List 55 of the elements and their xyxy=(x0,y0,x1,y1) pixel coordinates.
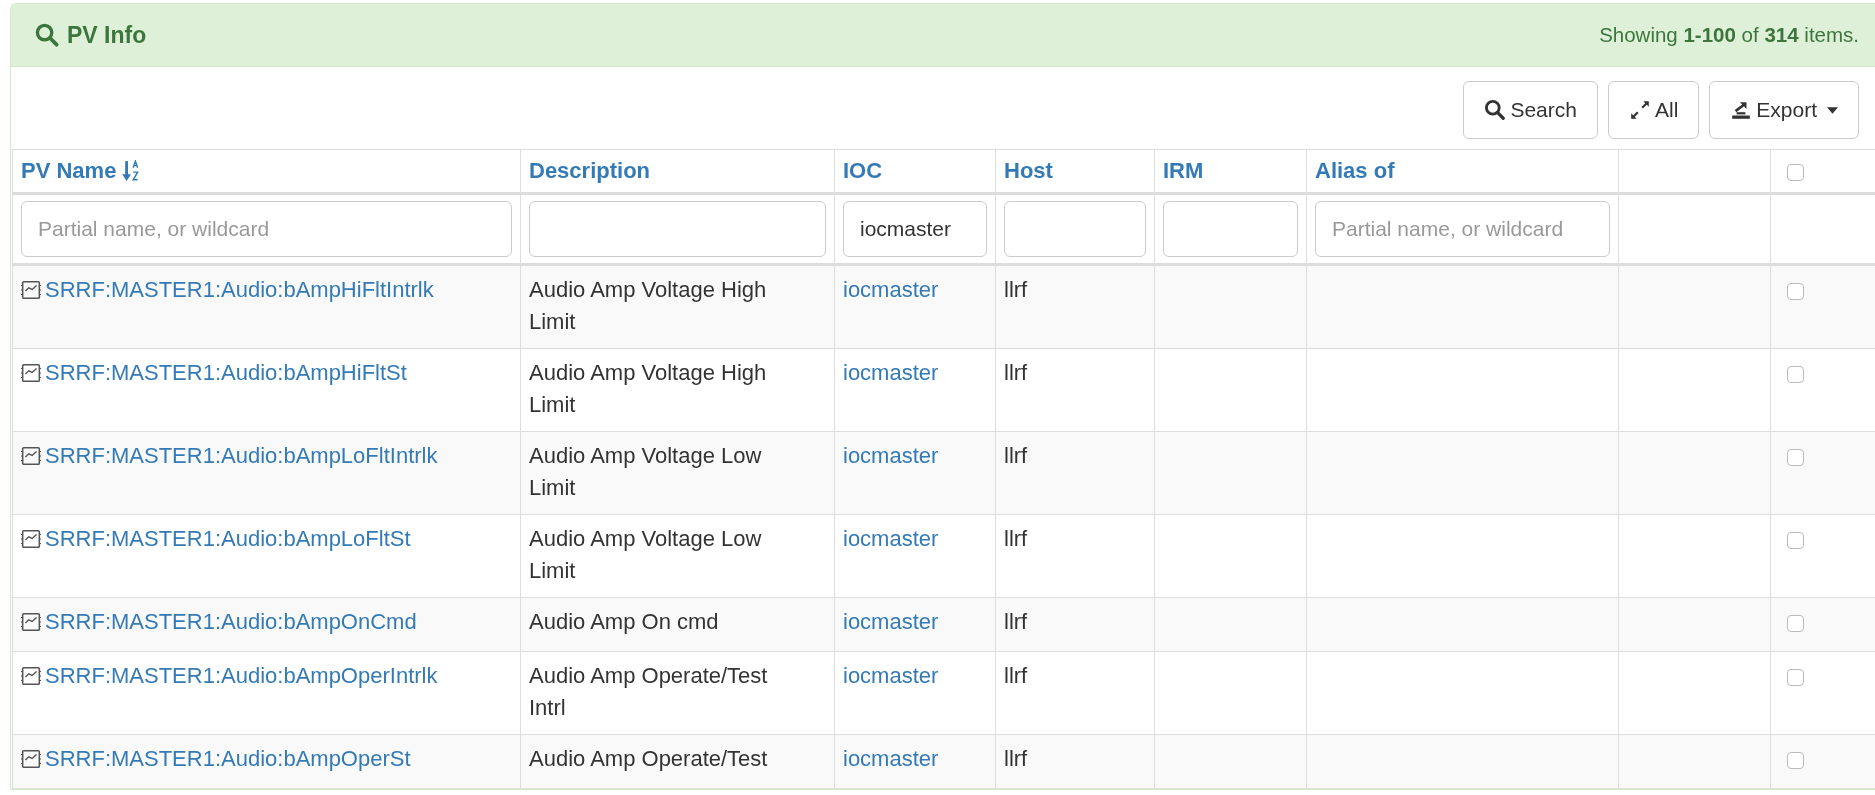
chart-icon[interactable] xyxy=(21,363,41,383)
ioc-link[interactable]: iocmaster xyxy=(843,360,939,385)
column-header[interactable]: IOC xyxy=(843,155,883,187)
row-checkbox[interactable] xyxy=(1787,282,1804,300)
row-checkbox[interactable] xyxy=(1787,448,1804,466)
filter-field[interactable]: iocmaster xyxy=(843,201,987,257)
export-icon xyxy=(1730,99,1753,121)
host-text: llrf xyxy=(1004,277,1028,302)
caret-icon xyxy=(1827,106,1838,114)
description-text: Audio Amp Voltage Low Limit xyxy=(529,442,763,502)
filter-field[interactable]: Partial name, or wildcard xyxy=(1315,201,1610,257)
filter-field[interactable] xyxy=(1163,201,1298,257)
chart-icon[interactable] xyxy=(21,612,41,632)
filter-field[interactable] xyxy=(529,201,826,257)
search-icon xyxy=(1484,99,1507,121)
description-text: Audio Amp On cmd xyxy=(529,608,719,636)
row-checkbox[interactable] xyxy=(1787,531,1804,549)
export-button[interactable]: Export xyxy=(1709,81,1859,139)
host-text: llrf xyxy=(1004,526,1028,551)
select-all-checkbox[interactable] xyxy=(1787,163,1804,181)
sort-icon xyxy=(122,160,141,182)
column-header[interactable]: Alias of xyxy=(1315,155,1395,187)
description-text: Audio Amp Voltage High Limit xyxy=(529,276,768,336)
search-icon xyxy=(35,23,59,47)
column-header[interactable]: IRM xyxy=(1163,155,1204,187)
chart-icon[interactable] xyxy=(21,666,41,686)
row-checkbox[interactable] xyxy=(1787,365,1804,383)
description-text: Audio Amp Voltage Low Limit xyxy=(529,525,763,585)
chart-icon[interactable] xyxy=(21,749,41,769)
chart-icon[interactable] xyxy=(21,446,41,466)
chart-icon[interactable] xyxy=(21,280,41,300)
host-text: llrf xyxy=(1004,746,1028,771)
description-text: Audio Amp Voltage High Limit xyxy=(529,359,768,419)
search-button[interactable]: Search xyxy=(1463,81,1598,139)
ioc-link[interactable]: iocmaster xyxy=(843,663,939,688)
panel-title: PV Info xyxy=(67,21,147,49)
expand-icon xyxy=(1628,99,1651,121)
row-checkbox[interactable] xyxy=(1787,614,1804,632)
ioc-link[interactable]: iocmaster xyxy=(843,526,939,551)
ioc-link[interactable]: iocmaster xyxy=(843,277,939,302)
description-text: Audio Amp Operate/Test Intrl xyxy=(529,662,769,722)
ioc-link[interactable]: iocmaster xyxy=(843,443,939,468)
host-text: llrf xyxy=(1004,360,1028,385)
host-text: llrf xyxy=(1004,443,1028,468)
description-text: Audio Amp Operate/Test xyxy=(529,745,768,773)
row-checkbox[interactable] xyxy=(1787,751,1804,769)
item-count: Showing 1-100 of 314 items. xyxy=(1599,23,1859,47)
host-text: llrf xyxy=(1004,663,1028,688)
column-header[interactable]: PV Name xyxy=(21,155,141,187)
host-text: llrf xyxy=(1004,609,1028,634)
filter-field[interactable] xyxy=(1004,201,1146,257)
chart-icon[interactable] xyxy=(21,529,41,549)
expand-button[interactable]: All xyxy=(1607,81,1700,139)
row-checkbox[interactable] xyxy=(1787,668,1804,686)
filter-field[interactable]: Partial name, or wildcard xyxy=(21,201,512,257)
